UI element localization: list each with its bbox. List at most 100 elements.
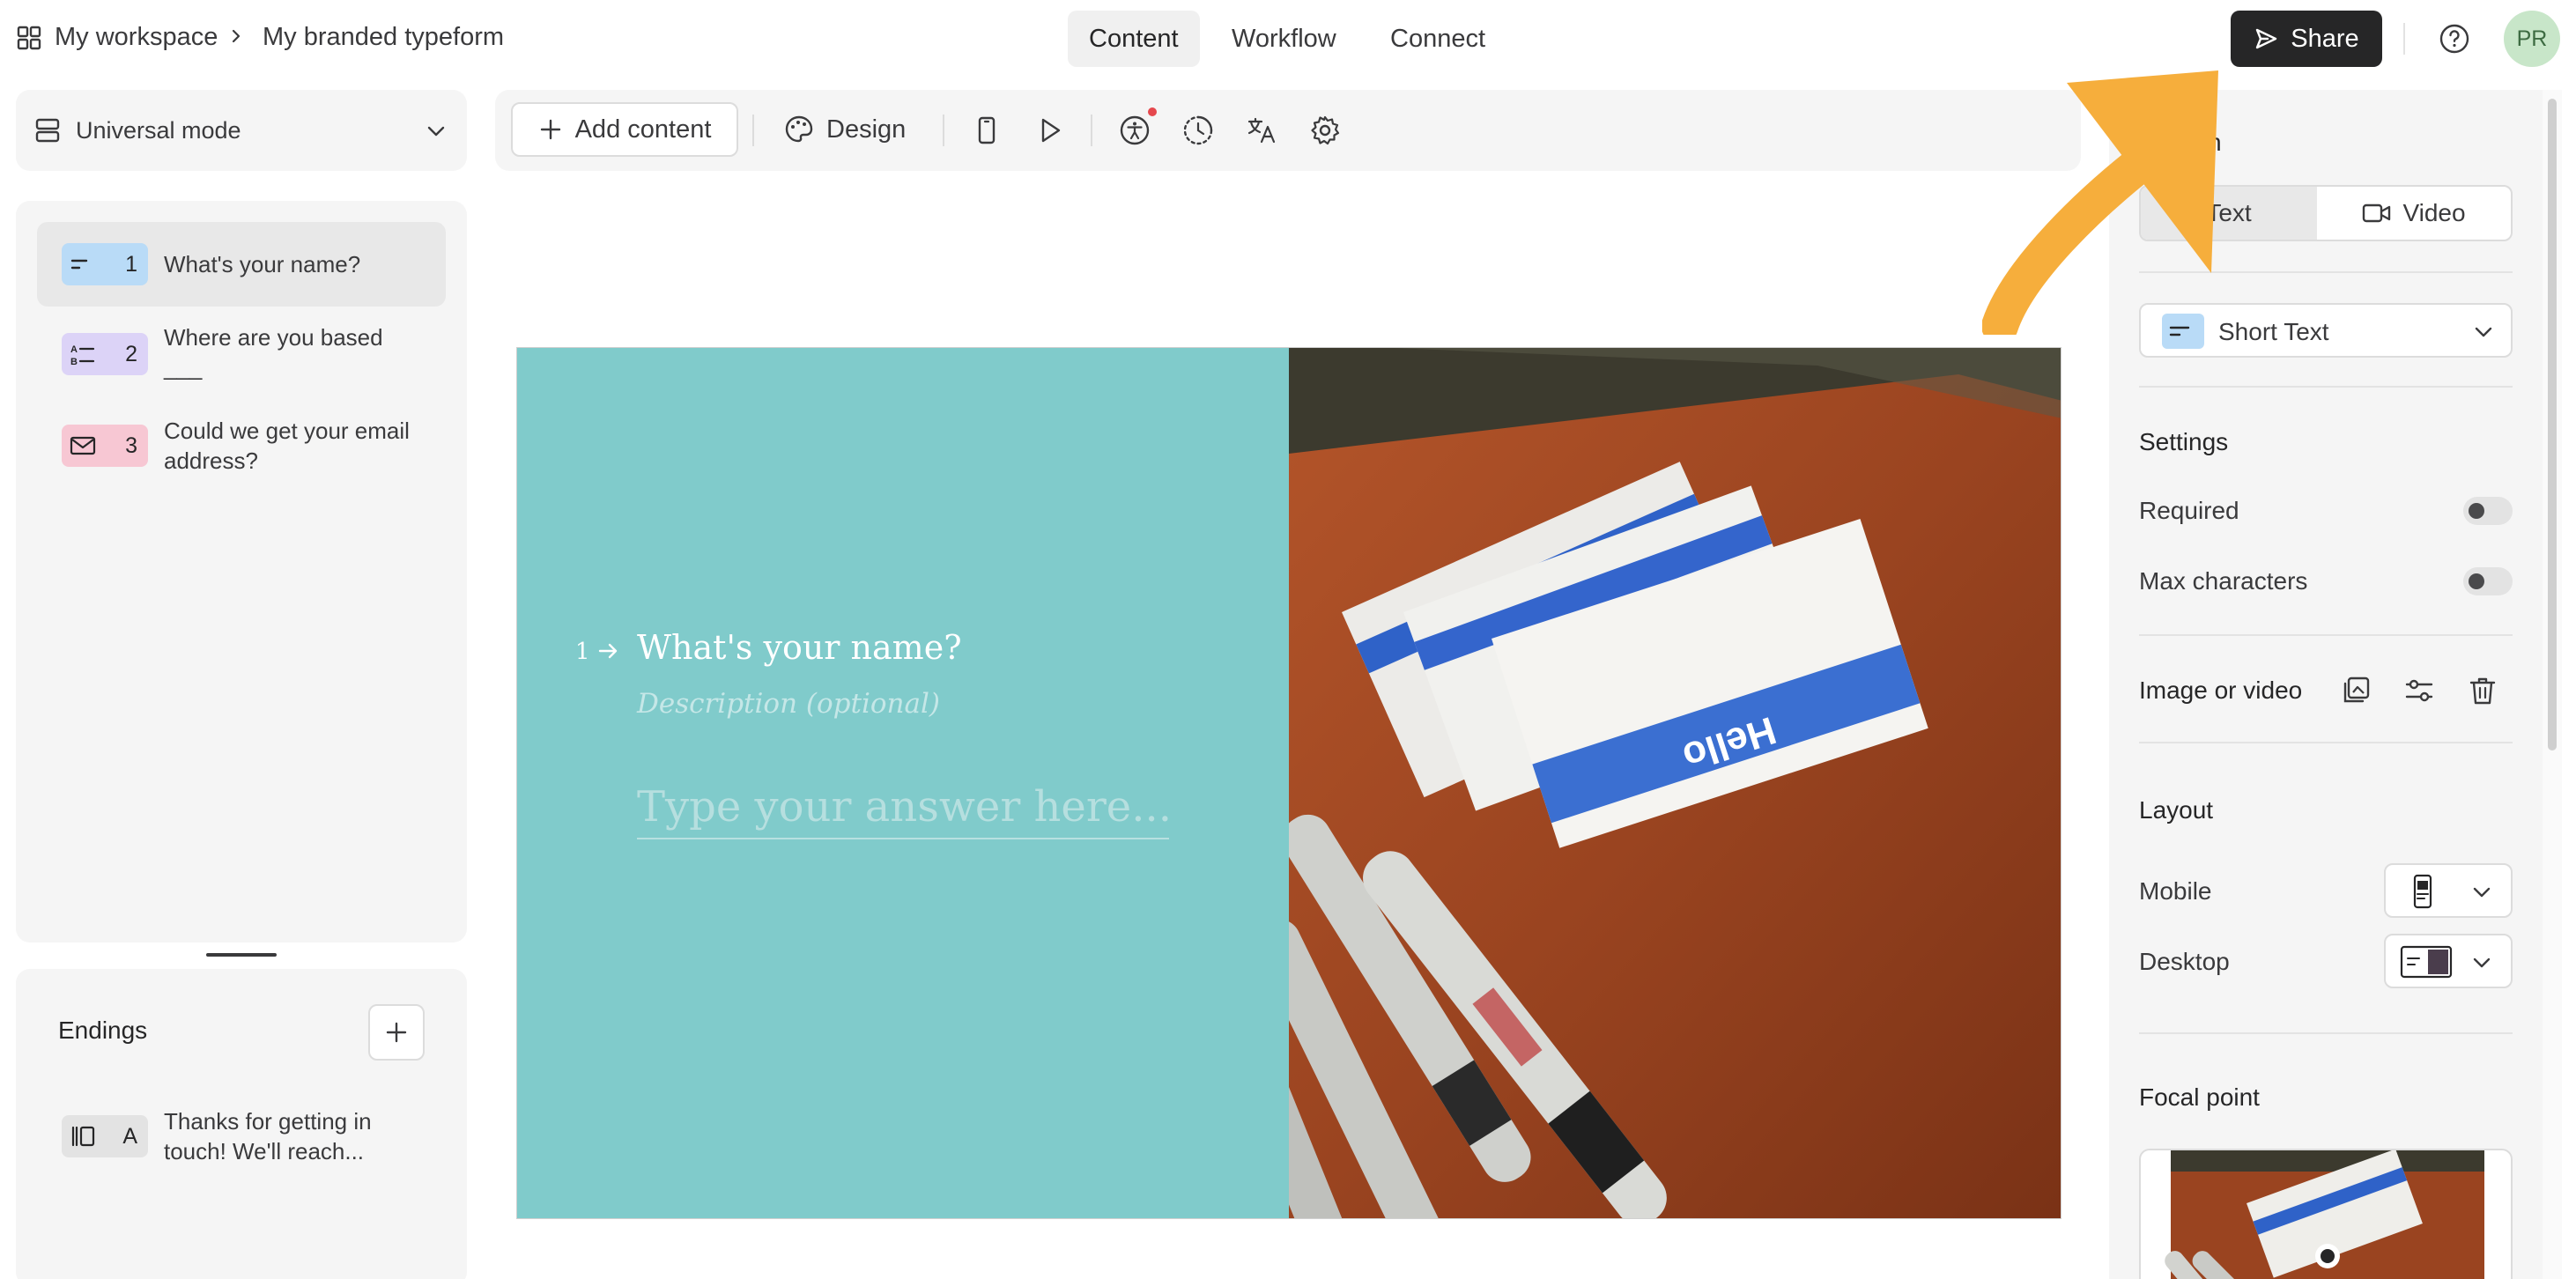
settings-heading: Settings	[2139, 428, 2229, 455]
max-characters-label: Max characters	[2139, 567, 2308, 595]
short-text-icon	[70, 259, 88, 270]
ending-item-a[interactable]: A Thanks for getting in touch! We'll rea…	[37, 1092, 446, 1180]
question-badge-1: 1	[62, 243, 148, 285]
palette-icon	[785, 115, 813, 143]
add-content-button[interactable]: Add content	[511, 102, 738, 157]
endings-title: Endings	[58, 1017, 148, 1044]
desktop-split-layout-icon	[2400, 945, 2453, 979]
divider	[2139, 634, 2513, 636]
chevron-down-icon	[2475, 327, 2492, 337]
user-avatar[interactable]: PR	[2504, 11, 2560, 67]
email-icon	[70, 436, 96, 455]
design-button[interactable]: Design	[784, 102, 906, 157]
header-divider	[2403, 23, 2405, 55]
desktop-layout-select[interactable]	[2384, 934, 2513, 988]
required-toggle[interactable]	[2463, 497, 2513, 525]
video-camera-icon	[2363, 203, 2391, 223]
divider	[2139, 271, 2513, 273]
workspace-grid-icon[interactable]	[16, 25, 42, 51]
plus-icon	[540, 119, 560, 140]
question-item-2[interactable]: A B 2 Where are you based ___	[37, 314, 446, 398]
focal-point-heading: Focal point	[2139, 1083, 2260, 1111]
answer-input[interactable]	[637, 776, 1169, 839]
question-badge-2: A B 2	[62, 333, 148, 375]
arrow-right-icon	[598, 643, 618, 659]
question-type-select[interactable]: Short Text	[2139, 303, 2513, 358]
design-label: Design	[826, 115, 907, 144]
divider	[2139, 386, 2513, 388]
breadcrumb-workspace[interactable]: My workspace	[55, 23, 218, 52]
mobile-layout-select[interactable]	[2384, 863, 2513, 918]
question-text: Could we get your email address?	[164, 418, 410, 474]
multiple-choice-icon: A B	[70, 344, 95, 367]
question-number: 1	[575, 639, 590, 665]
question-number: 1	[125, 252, 137, 277]
add-ending-button[interactable]	[368, 1004, 425, 1061]
toolbar-divider	[752, 115, 754, 146]
chevron-down-icon	[2473, 957, 2491, 968]
tab-workflow[interactable]: Workflow	[1210, 11, 1358, 67]
editor-toolbar: Add content Design	[495, 90, 2081, 171]
short-text-icon	[2169, 326, 2190, 336]
question-settings-panel: n Text Video Short Text Settings Require…	[2109, 90, 2543, 1279]
breadcrumb-form-name[interactable]: My branded typeform	[263, 23, 504, 52]
focal-point-picker[interactable]	[2139, 1149, 2513, 1279]
mobile-layout-label: Mobile	[2139, 877, 2212, 905]
endings-panel: Endings A Thanks for getting in touch! W…	[16, 969, 467, 1279]
replace-media-icon[interactable]	[2340, 675, 2372, 706]
panel-resize-handle[interactable]	[206, 953, 277, 957]
required-label: Required	[2139, 497, 2239, 524]
desktop-layout-label: Desktop	[2139, 948, 2230, 975]
video-format-button[interactable]: Video	[2317, 187, 2511, 240]
question-panel-heading: n	[2208, 129, 2222, 156]
scrollbar-thumb[interactable]	[2548, 99, 2557, 750]
top-bar: My workspace My branded typeform Content…	[0, 0, 2576, 78]
ending-text: Thanks for getting in touch! We'll reach…	[164, 1108, 372, 1164]
plus-icon	[386, 1022, 407, 1043]
mode-selector[interactable]: Universal mode	[16, 90, 467, 171]
share-label: Share	[2291, 24, 2359, 53]
video-format-label: Video	[2402, 199, 2466, 226]
text-format-label: Text	[2206, 199, 2252, 226]
mode-label: Universal mode	[76, 117, 241, 144]
right-panel-scrollbar[interactable]	[2543, 90, 2562, 1279]
settings-gear-icon[interactable]	[1309, 115, 1341, 146]
question-description[interactable]: Description (optional)	[637, 688, 940, 720]
svg-text:A: A	[70, 344, 78, 355]
ending-badge: A	[62, 1115, 148, 1157]
question-format-toggle: Text Video	[2139, 185, 2513, 241]
question-number: 2	[125, 342, 137, 366]
form-preview-canvas: 1 What's your name? Description (optiona…	[516, 347, 2062, 1219]
question-number: 3	[125, 433, 137, 458]
divider	[2139, 742, 2513, 743]
toolbar-divider	[943, 115, 944, 146]
toolbar-divider	[1091, 115, 1092, 146]
progress-icon[interactable]	[1182, 115, 1214, 146]
question-badge-3: 3	[62, 425, 148, 467]
accessibility-icon[interactable]	[1119, 115, 1151, 146]
focal-point-thumbnail	[2165, 1150, 2484, 1279]
divider	[2139, 1032, 2513, 1034]
help-icon[interactable]	[2439, 23, 2470, 55]
mobile-preview-icon[interactable]	[971, 115, 1003, 146]
trash-icon[interactable]	[2467, 675, 2498, 706]
max-characters-toggle[interactable]	[2463, 567, 2513, 595]
tab-content[interactable]: Content	[1068, 11, 1200, 67]
ending-icon	[71, 1126, 95, 1147]
notification-dot	[1148, 107, 1157, 116]
play-preview-icon[interactable]	[1034, 115, 1066, 146]
cover-image: Hello	[1289, 348, 2061, 1218]
question-title[interactable]: What's your name?	[637, 628, 962, 667]
adjust-sliders-icon[interactable]	[2403, 675, 2435, 706]
chevron-right-icon	[232, 29, 241, 43]
tab-connect[interactable]: Connect	[1369, 11, 1506, 67]
question-item-3[interactable]: 3 Could we get your email address?	[37, 405, 446, 490]
question-text: What's your name?	[164, 251, 361, 277]
send-icon	[2256, 28, 2277, 49]
translate-icon[interactable]	[1246, 115, 1277, 146]
share-button[interactable]: Share	[2231, 11, 2382, 67]
question-list: 1 What's your name? A B 2 Where are you …	[16, 201, 467, 943]
ending-letter: A	[122, 1124, 137, 1149]
text-format-button[interactable]: Text	[2141, 187, 2317, 240]
question-item-1[interactable]: 1 What's your name?	[37, 222, 446, 307]
